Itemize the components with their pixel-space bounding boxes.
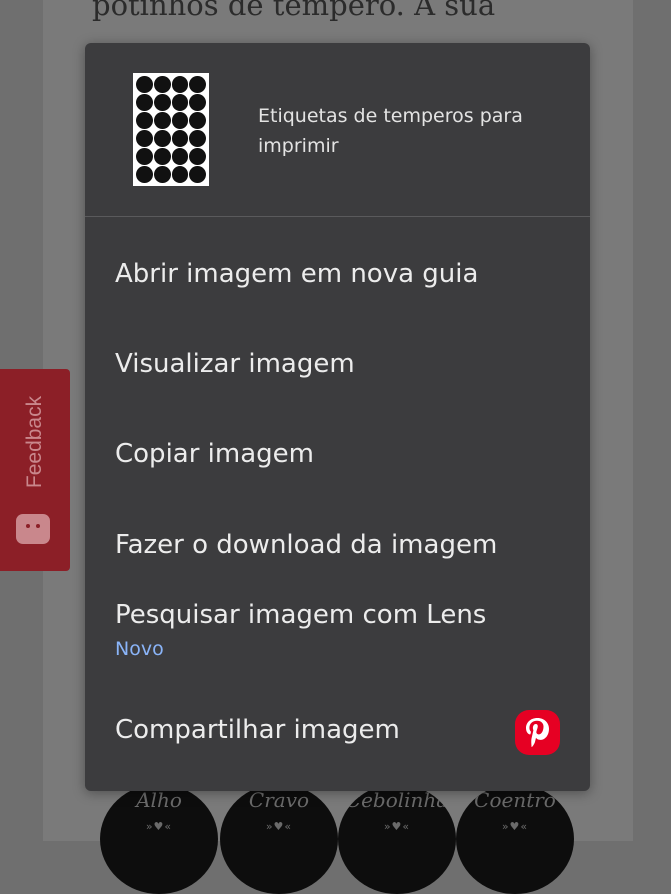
thumbnail-dot	[171, 166, 189, 183]
spice-label-name: Coentro	[474, 788, 556, 812]
thumbnail-dot	[153, 148, 171, 165]
thumbnail-label-grid	[136, 76, 206, 183]
article-text-fragment: potinhos de tempero. A sua	[92, 0, 496, 22]
thumbnail-dot	[189, 94, 206, 111]
download-image-item[interactable]: Fazer o download da imagem	[85, 510, 590, 590]
thumbnail-dot	[153, 94, 171, 111]
feedback-smiley-icon	[16, 514, 50, 544]
thumbnail-dot	[171, 94, 189, 111]
spice-label-images: Alho »♥« Cravo »♥« Cebolinha »♥« Coentro…	[100, 784, 580, 894]
thumbnail-dot	[171, 130, 189, 147]
thumbnail-dot	[136, 166, 153, 183]
thumbnail-dot	[189, 76, 206, 93]
image-thumbnail	[133, 73, 209, 186]
thumbnail-dot	[153, 166, 171, 183]
menu-item-label: Visualizar imagem	[115, 349, 355, 379]
thumbnail-dot	[153, 76, 171, 93]
thumbnail-dot	[136, 148, 153, 165]
spice-label-circle: Alho »♥«	[100, 784, 218, 894]
spice-label-circle: Cebolinha »♥«	[338, 784, 456, 894]
thumbnail-dot	[171, 76, 189, 93]
search-image-lens-item[interactable]: Pesquisar imagem com Lens Novo	[85, 600, 590, 670]
menu-item-label: Pesquisar imagem com Lens	[115, 600, 487, 630]
thumbnail-dot	[136, 112, 153, 129]
spice-label-circle: Coentro »♥«	[456, 784, 574, 894]
spice-label-name: Cravo	[248, 788, 310, 812]
menu-item-label: Abrir imagem em nova guia	[115, 259, 479, 289]
heart-ornament-icon: »♥«	[265, 820, 293, 833]
thumbnail-dot	[153, 130, 171, 147]
spice-label-circle: Cravo »♥«	[220, 784, 338, 894]
menu-item-label: Copiar imagem	[115, 439, 314, 469]
menu-item-label: Fazer o download da imagem	[115, 530, 498, 560]
new-badge: Novo	[115, 638, 164, 660]
thumbnail-dot	[136, 94, 153, 111]
thumbnail-dot	[189, 148, 206, 165]
heart-ornament-icon: »♥«	[145, 820, 173, 833]
pinterest-icon[interactable]	[515, 710, 560, 755]
menu-header: Etiquetas de temperos para imprimir	[85, 43, 590, 216]
view-image-item[interactable]: Visualizar imagem	[85, 329, 590, 409]
thumbnail-dot	[189, 130, 206, 147]
thumbnail-dot	[189, 166, 206, 183]
feedback-label: Feedback	[23, 395, 46, 489]
copy-image-item[interactable]: Copiar imagem	[85, 419, 590, 499]
image-context-menu: Etiquetas de temperos para imprimir Abri…	[85, 43, 590, 791]
share-image-item[interactable]: Compartilhar imagem	[85, 695, 590, 775]
thumbnail-dot	[136, 130, 153, 147]
spice-label-name: Cebolinha	[345, 788, 449, 812]
thumbnail-dot	[189, 112, 206, 129]
menu-divider	[85, 216, 590, 217]
heart-ornament-icon: »♥«	[501, 820, 529, 833]
spice-label-name: Alho	[136, 788, 182, 812]
thumbnail-dot	[136, 76, 153, 93]
image-title: Etiquetas de temperos para imprimir	[258, 105, 523, 157]
menu-item-label: Compartilhar imagem	[115, 715, 400, 745]
heart-ornament-icon: »♥«	[383, 820, 411, 833]
thumbnail-dot	[171, 112, 189, 129]
thumbnail-dot	[171, 148, 189, 165]
open-image-new-tab-item[interactable]: Abrir imagem em nova guia	[85, 239, 590, 319]
thumbnail-dot	[153, 112, 171, 129]
